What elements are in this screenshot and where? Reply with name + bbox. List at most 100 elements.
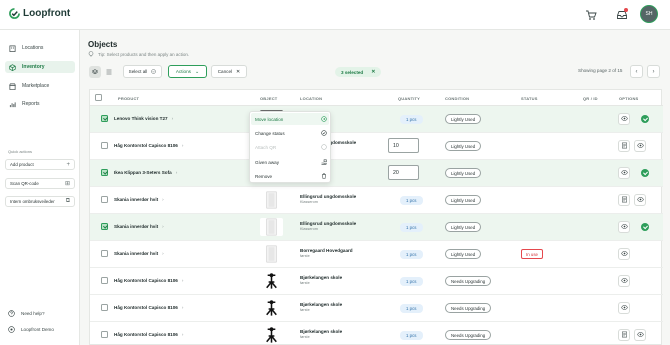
row-checkbox[interactable] xyxy=(101,169,108,176)
scan-qr-button[interactable]: Scan QR-code ⊞ xyxy=(5,178,75,189)
circle-icon xyxy=(321,144,327,150)
quantity-badge: 1 pcs xyxy=(400,331,423,340)
cancel-button[interactable]: Cancel ✕ xyxy=(211,65,247,78)
select-all-checkbox[interactable] xyxy=(95,94,102,101)
object-thumbnail[interactable] xyxy=(260,191,283,209)
sidebar-item-marketplace[interactable]: Marketplace xyxy=(5,80,75,92)
sidebar-item-inventory[interactable]: Inventory xyxy=(5,61,75,73)
actions-button[interactable]: Actions ⌄ xyxy=(168,65,207,78)
clear-selection-icon[interactable]: ✕ xyxy=(371,69,375,75)
prev-page-button[interactable]: ‹ xyxy=(630,65,643,78)
table-header: PRODUCT OBJECT LOCATION QUANTITY CONDITI… xyxy=(90,90,663,106)
object-thumbnail[interactable] xyxy=(260,299,283,317)
row-checkbox[interactable] xyxy=(101,223,108,230)
sidebar-item-label: Locations xyxy=(22,45,44,51)
table-row[interactable]: Håg Kontorstol Capisco 8106›Ellingsrud u… xyxy=(90,133,663,160)
row-checkbox[interactable] xyxy=(101,304,108,311)
check-circle-icon xyxy=(641,115,649,123)
quantity-input[interactable]: 10 xyxy=(388,138,419,153)
view-button[interactable] xyxy=(618,113,630,125)
sidebar-item-reports[interactable]: Reports xyxy=(5,98,75,110)
menu-item-remove[interactable]: Remove xyxy=(255,170,327,182)
avatar[interactable]: SH xyxy=(640,5,658,23)
app-logo[interactable]: Loopfront xyxy=(9,8,70,19)
product-name[interactable]: Skania innerdør hvit › xyxy=(114,224,164,229)
table-row[interactable]: Skania innerdør hvit › Borregaard Hovedgaa… xyxy=(90,241,663,268)
product-name[interactable]: Lenovo Think vision T27 › xyxy=(114,116,173,121)
object-thumbnail[interactable] xyxy=(260,218,283,236)
menu-item-label: Remove xyxy=(255,173,273,179)
table-row[interactable]: Håg Kontorstol Capisco 8106 › Bjørkelangen… xyxy=(90,295,663,322)
product-name[interactable]: Håg Kontorstol Capisco 8106 › xyxy=(114,278,183,283)
location-cell: Borregaard Hovedgaard første xyxy=(300,248,353,258)
view-button[interactable] xyxy=(618,221,630,233)
quantity-badge: 1 pcs xyxy=(400,304,423,313)
menu-item-change-status[interactable]: Change status xyxy=(255,127,327,139)
row-checkbox[interactable] xyxy=(101,277,108,284)
location-room: første xyxy=(300,254,310,258)
menu-item-given-away[interactable]: Given away xyxy=(255,156,327,168)
document-button[interactable] xyxy=(618,194,630,206)
sidebar-item-label: Inventory xyxy=(22,64,45,70)
view-button[interactable] xyxy=(634,194,646,206)
view-button[interactable] xyxy=(618,302,630,314)
store-icon xyxy=(9,83,16,90)
reuse-guide-button[interactable]: Intern ombruksveileder ⧉ xyxy=(5,196,75,207)
object-thumbnail[interactable] xyxy=(260,272,283,290)
product-name[interactable]: Skania innerdør hvit › xyxy=(114,197,164,202)
document-button[interactable] xyxy=(618,140,630,152)
product-name[interactable]: Ikea Klippan 3-Seters Sofa › xyxy=(114,170,177,175)
organization-link[interactable]: Loopfront Demo xyxy=(8,326,54,333)
location-cell: Bjørkelangen skole første xyxy=(300,275,342,285)
table-row[interactable]: Skania innerdør hvit › Ellingsrud ungdomss… xyxy=(90,187,663,214)
location-name: Bjørkelangen skole xyxy=(300,275,343,280)
quantity-input[interactable]: 20 xyxy=(388,165,419,180)
quick-label: Intern ombruksveileder xyxy=(10,199,55,204)
location-name: Ellingsrud ungdomsskole xyxy=(300,194,357,199)
eye-icon xyxy=(636,196,644,205)
row-checkbox[interactable] xyxy=(101,331,108,338)
product-label: Ikea Klippan 3-Seters Sofa xyxy=(114,170,172,175)
table-row[interactable]: Skania innerdør hvit › Ellingsrud ungdomss… xyxy=(90,214,663,241)
cart-icon[interactable] xyxy=(585,9,597,21)
condition-badge: Needs Upgrading xyxy=(445,330,492,340)
select-all-button[interactable]: Select all xyxy=(123,65,162,78)
quantity-badge: 1 pcs xyxy=(400,115,423,124)
menu-item-move-location[interactable]: Move location xyxy=(255,113,327,125)
loopfront-logo-icon xyxy=(9,8,20,19)
product-name[interactable]: Håg Kontorstol Capisco 8106 › xyxy=(114,305,183,310)
view-button[interactable] xyxy=(634,140,646,152)
table-row[interactable]: Håg Kontorstol Capisco 8106 › Bjørkelangen… xyxy=(90,322,663,345)
object-thumbnail[interactable] xyxy=(260,245,283,263)
row-checkbox[interactable] xyxy=(101,115,108,122)
view-button[interactable] xyxy=(618,248,630,260)
chevron-right-icon: › xyxy=(175,170,178,175)
view-button[interactable] xyxy=(618,275,630,287)
object-thumbnail[interactable] xyxy=(260,326,283,344)
row-checkbox[interactable] xyxy=(101,250,108,257)
next-page-button[interactable]: › xyxy=(647,65,660,78)
help-link[interactable]: Need help? xyxy=(8,310,45,317)
chevron-right-icon: › xyxy=(181,143,184,148)
product-name[interactable]: Skania innerdør hvit › xyxy=(114,251,164,256)
location-cell: Ellingsrud ungdomsskoleKlasserom xyxy=(300,194,356,204)
table-row[interactable]: Håg Kontorstol Capisco 8106 › Bjørkelangen… xyxy=(90,268,663,295)
row-checkbox[interactable] xyxy=(101,142,108,149)
add-product-button[interactable]: Add product + xyxy=(5,159,75,170)
product-name[interactable]: Håg Kontorstol Capisco 8106 › xyxy=(114,332,183,337)
notification-dot xyxy=(624,8,628,12)
row-checkbox[interactable] xyxy=(101,196,108,203)
grid-view-toggle[interactable] xyxy=(89,66,101,78)
table-row[interactable]: Ikea Klippan 3-Seters Sofa›BrattvågAndre… xyxy=(90,160,663,187)
sidebar-item-locations[interactable]: Locations xyxy=(5,42,75,54)
list-view-toggle[interactable] xyxy=(103,66,115,78)
document-button[interactable] xyxy=(618,329,630,341)
product-name[interactable]: Håg Kontorstol Capisco 8106 › xyxy=(114,143,183,148)
chevron-right-icon: › xyxy=(181,332,184,337)
view-button[interactable] xyxy=(634,329,646,341)
table-row[interactable]: Lenovo Think vision T27›Lageretførste1 p… xyxy=(90,106,663,133)
product-label: Skania innerdør hvit xyxy=(114,197,159,202)
view-button[interactable] xyxy=(618,167,630,179)
actions-label: Actions xyxy=(175,69,191,74)
circle-check-icon xyxy=(321,130,327,136)
